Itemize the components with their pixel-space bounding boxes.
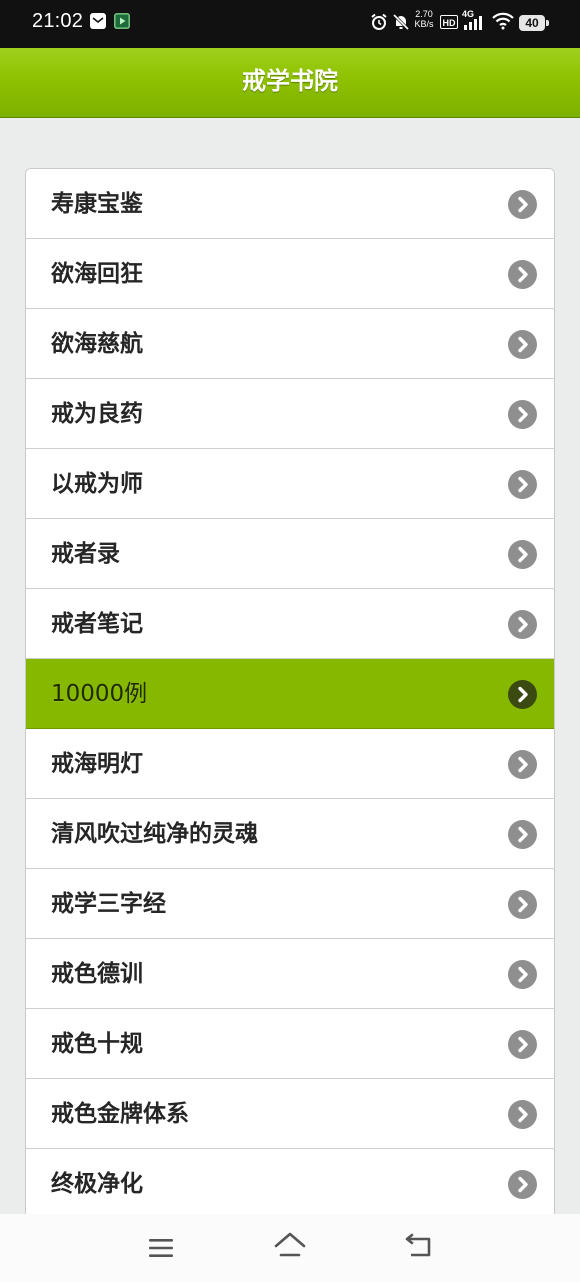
list-item-label: 戒色金牌体系 xyxy=(51,1101,189,1127)
list-item-label: 戒学三字经 xyxy=(51,891,166,917)
list-item-label: 10000例 xyxy=(51,681,148,707)
mail-icon xyxy=(90,13,106,33)
list-item[interactable]: 以戒为师 xyxy=(26,449,554,519)
list-item-label: 戒者笔记 xyxy=(51,611,143,637)
page-title: 戒学书院 xyxy=(242,67,338,95)
list-item-label: 戒者录 xyxy=(51,541,120,567)
network-speed: 2.70 KB/s xyxy=(412,9,436,29)
list-item-label: 欲海慈航 xyxy=(51,331,143,357)
list-item[interactable]: 戒色金牌体系 xyxy=(26,1079,554,1149)
system-nav-bar xyxy=(0,1214,580,1282)
list-item-label: 以戒为师 xyxy=(51,471,143,497)
list-item[interactable]: 戒为良药 xyxy=(26,379,554,449)
status-bar: 21:02 2.70 KB/s HD 4G 40 xyxy=(0,0,580,48)
chevron-right-icon xyxy=(508,960,537,989)
network-speed-unit: KB/s xyxy=(414,19,434,29)
battery-tip xyxy=(546,20,549,26)
app-header: 戒学书院 xyxy=(0,48,580,118)
chevron-right-icon xyxy=(508,470,537,499)
mute-icon xyxy=(392,13,410,35)
list-item[interactable]: 欲海回狂 xyxy=(26,239,554,309)
chevron-right-icon xyxy=(508,680,537,709)
list-item-label: 戒色十规 xyxy=(51,1031,143,1057)
chevron-right-icon xyxy=(508,540,537,569)
list-item[interactable]: 欲海慈航 xyxy=(26,309,554,379)
alarm-icon xyxy=(370,13,388,35)
chevron-right-icon xyxy=(508,260,537,289)
menu-icon[interactable] xyxy=(147,1236,175,1264)
list-item[interactable]: 戒者录 xyxy=(26,519,554,589)
list-item-label: 戒色德训 xyxy=(51,961,143,987)
list-item[interactable]: 戒海明灯 xyxy=(26,729,554,799)
book-list: 寿康宝鉴欲海回狂欲海慈航戒为良药以戒为师戒者录戒者笔记 10000例 戒海明灯清风吹… xyxy=(25,168,555,1218)
chevron-right-icon xyxy=(508,330,537,359)
list-item-label: 清风吹过纯净的灵魂 xyxy=(51,821,258,847)
chevron-right-icon xyxy=(508,1100,537,1129)
network-speed-value: 2.70 xyxy=(415,9,433,19)
chevron-right-icon xyxy=(508,1170,537,1199)
chevron-right-icon xyxy=(508,1030,537,1059)
list-item[interactable]: 戒色德训 xyxy=(26,939,554,1009)
list-item[interactable]: 戒者笔记 xyxy=(26,589,554,659)
home-icon[interactable] xyxy=(272,1231,308,1265)
chevron-right-icon xyxy=(508,610,537,639)
status-time: 21:02 xyxy=(32,10,84,32)
list-item-label: 欲海回狂 xyxy=(51,261,143,287)
list-item[interactable]: 10000例 xyxy=(26,659,554,729)
list-item-label: 戒为良药 xyxy=(51,401,143,427)
list-item[interactable]: 戒色十规 xyxy=(26,1009,554,1079)
list-item-label: 寿康宝鉴 xyxy=(51,191,143,217)
wifi-icon xyxy=(492,12,514,34)
list-item-label: 终极净化 xyxy=(51,1171,143,1197)
back-icon[interactable] xyxy=(403,1233,435,1265)
video-app-icon xyxy=(114,13,130,33)
chevron-right-icon xyxy=(508,750,537,779)
list-item[interactable]: 终极净化 xyxy=(26,1149,554,1217)
hd-badge: HD xyxy=(440,15,458,29)
list-item-label: 戒海明灯 xyxy=(51,751,143,777)
list-item[interactable]: 清风吹过纯净的灵魂 xyxy=(26,799,554,869)
battery-icon: 40 xyxy=(519,15,545,31)
chevron-right-icon xyxy=(508,890,537,919)
chevron-right-icon xyxy=(508,190,537,219)
chevron-right-icon xyxy=(508,400,537,429)
list-item[interactable]: 寿康宝鉴 xyxy=(26,169,554,239)
list-item[interactable]: 戒学三字经 xyxy=(26,869,554,939)
signal-icon xyxy=(462,15,486,34)
chevron-right-icon xyxy=(508,820,537,849)
